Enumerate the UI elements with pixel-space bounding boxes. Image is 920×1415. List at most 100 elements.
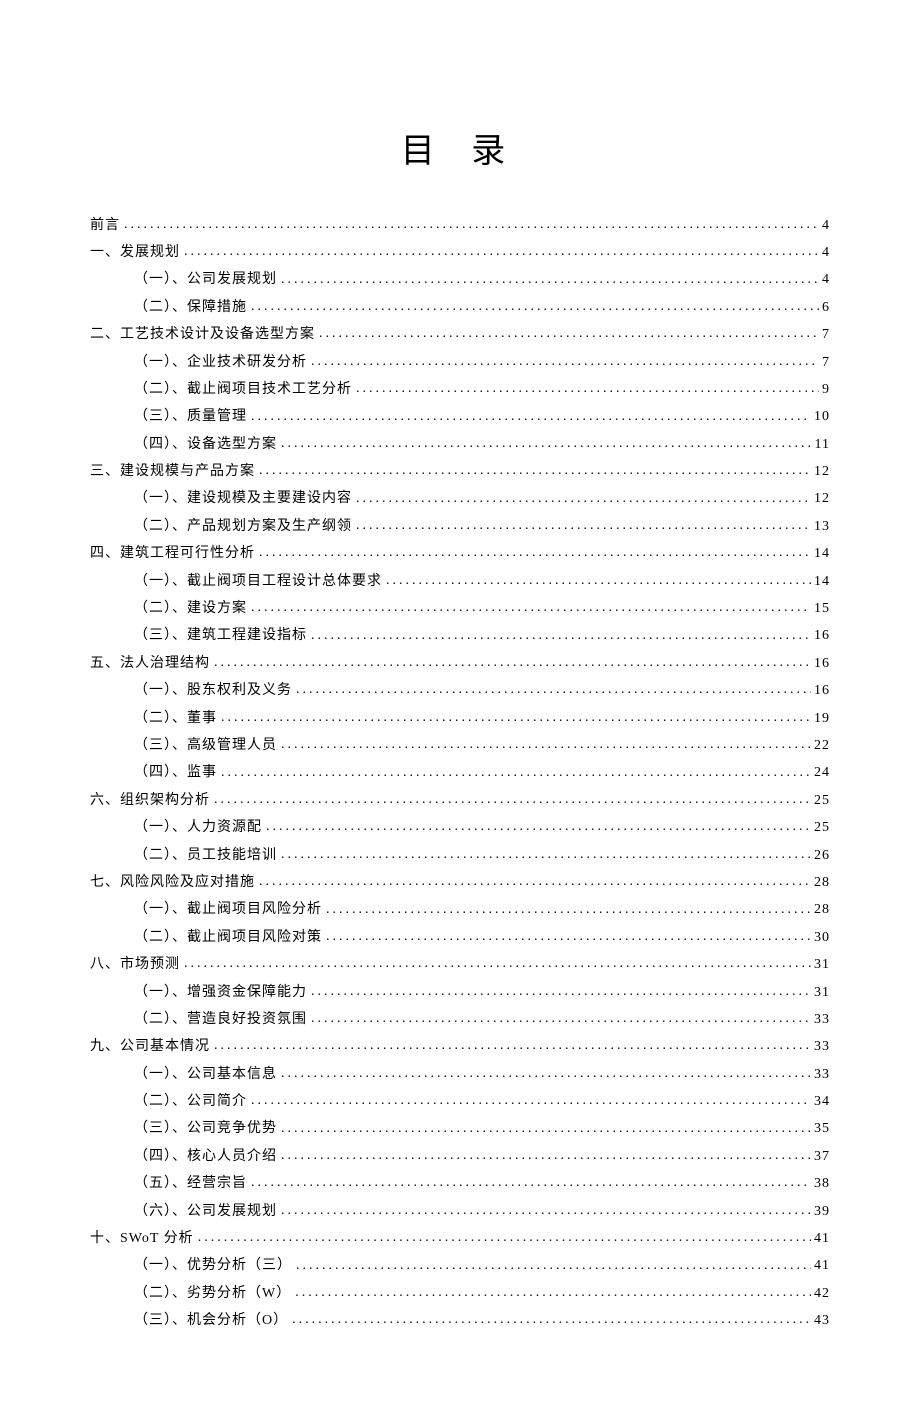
toc-entry-label: （二）、劣势分析（W） [134,1281,291,1308]
toc-entry-page: 42 [811,1281,830,1308]
toc-entry: 一、发展规划4 [90,239,830,266]
toc-entry: （三）、公司竞争优势35 [134,1116,830,1143]
toc-entry-label: （四）、核心人员介绍 [134,1144,277,1171]
toc-leader-dots [292,1307,811,1324]
toc-entry: 六、组织架构分析25 [90,787,830,814]
toc-entry-page: 14 [811,569,830,596]
toc-entry-page: 11 [812,432,830,459]
toc-leader-dots [266,814,811,831]
toc-leader-dots [296,1253,811,1270]
toc-entry-label: 五、法人治理结构 [90,651,210,678]
toc-leader-dots [214,650,811,667]
toc-entry: （一）、截止阀项目风险分析28 [134,897,830,924]
toc-entry-page: 19 [811,706,830,733]
toc-entry-page: 9 [819,377,830,404]
toc-entry-page: 31 [811,952,830,979]
toc-leader-dots [281,842,811,859]
toc-entry: （一）、截止阀项目工程设计总体要求 14 [134,568,830,595]
toc-entry-page: 37 [811,1144,830,1171]
toc-entry-label: （二）、公司简介 [134,1089,247,1116]
toc-leader-dots [281,1198,811,1215]
toc-entry-page: 38 [811,1171,830,1198]
toc-leader-dots [326,897,811,914]
toc-entry-label: 九、公司基本情况 [90,1034,210,1061]
toc-leader-dots [356,486,811,503]
toc-entry-label: （二）、截止阀项目风险对策 [134,925,322,952]
toc-entry-page: 31 [811,980,830,1007]
toc-entry-label: （六）、公司发展规划 [134,1199,277,1226]
toc-leader-dots [311,979,811,996]
toc-entry: 五、法人治理结构16 [90,650,830,677]
toc-entry-page: 33 [811,1062,830,1089]
toc-leader-dots [251,1088,811,1105]
toc-entry: 九、公司基本情况33 [90,1033,830,1060]
toc-entry: 八、市场预测 31 [90,951,830,978]
toc-entry: （二）、产品规划方案及生产纲领13 [134,513,830,540]
toc-entry-page: 30 [811,925,830,952]
toc-leader-dots [214,787,811,804]
toc-title: 目 录 [90,123,830,172]
toc-entry-page: 22 [811,733,830,760]
toc-entry: （三）、建筑工程建设指标 16 [134,623,830,650]
toc-entry: （二）、保障措施6 [134,294,830,321]
toc-entry: （二）、截止阀项目技术工艺分析9 [134,376,830,403]
toc-entry: （三）、高级管理人员22 [134,732,830,759]
toc-entry: （四）、核心人员介绍 37 [134,1143,830,1170]
toc-leader-dots [326,924,811,941]
toc-entry-page: 41 [811,1253,830,1280]
toc-leader-dots [184,951,811,968]
toc-leader-dots [251,1170,811,1187]
toc-entry: （一）、优势分析（三）41 [134,1253,830,1280]
toc-entry: （一）、增强资金保障能力 31 [134,979,830,1006]
toc-entry-page: 12 [811,459,830,486]
toc-entry-label: （一）、增强资金保障能力 [134,980,307,1007]
toc-entry-label: （一）、企业技术研发分析 [134,350,307,377]
toc-entry-label: （一）、截止阀项目工程设计总体要求 [134,569,382,596]
toc-entry-page: 12 [811,486,830,513]
toc-entry-page: 39 [811,1199,830,1226]
toc-entry-label: （二）、建设方案 [134,596,247,623]
toc-leader-dots [214,1033,811,1050]
document-page: 目 录 前言4一、发展规划4（一）、公司发展规划4（二）、保障措施6二、工艺技术… [0,0,920,1415]
toc-entry-page: 26 [811,843,830,870]
toc-leader-dots [311,623,811,640]
toc-entry-page: 7 [819,350,830,377]
toc-entry-label: （五）、经营宗旨 [134,1171,247,1198]
toc-leader-dots [281,1061,811,1078]
toc-leader-dots [184,239,819,256]
toc-entry-label: （四）、监事 [134,760,217,787]
toc-entry: （二）、董事19 [134,705,830,732]
toc-leader-dots [259,458,811,475]
toc-entry-label: （二）、营造良好投资氛围 [134,1007,307,1034]
table-of-contents: 前言4一、发展规划4（一）、公司发展规划4（二）、保障措施6二、工艺技术设计及设… [90,212,830,1335]
toc-entry-label: （四）、设备选型方案 [134,432,277,459]
toc-entry-page: 13 [811,514,830,541]
toc-entry-label: 七、风险风险及应对措施 [90,870,255,897]
toc-leader-dots [251,294,819,311]
toc-entry-page: 25 [811,815,830,842]
toc-entry: （二）、劣势分析（W） 42 [134,1280,830,1307]
toc-entry-page: 16 [811,678,830,705]
toc-leader-dots [296,677,811,694]
toc-entry-page: 33 [811,1007,830,1034]
toc-entry: 十、SWoT 分析 41 [90,1225,830,1252]
toc-entry-label: （三）、建筑工程建设指标 [134,623,307,650]
toc-entry-page: 14 [811,541,830,568]
toc-leader-dots [251,404,811,421]
toc-entry: （四）、设备选型方案 11 [134,431,830,458]
toc-leader-dots [259,869,811,886]
toc-entry-page: 34 [811,1089,830,1116]
toc-leader-dots [221,705,811,722]
toc-entry-page: 41 [811,1226,830,1253]
toc-entry: （二）、建设方案15 [134,595,830,622]
toc-leader-dots [259,540,811,557]
toc-entry-label: 八、市场预测 [90,952,180,979]
toc-entry-page: 16 [811,623,830,650]
toc-entry-page: 4 [819,240,830,267]
toc-entry: （二）、截止阀项目风险对策 30 [134,924,830,951]
toc-entry-label: 十、SWoT 分析 [90,1226,194,1253]
toc-entry-label: （一）、建设规模及主要建设内容 [134,486,352,513]
toc-leader-dots [221,760,811,777]
toc-entry: （一）、建设规模及主要建设内容 12 [134,486,830,513]
toc-entry: （二）、员工技能培训26 [134,842,830,869]
